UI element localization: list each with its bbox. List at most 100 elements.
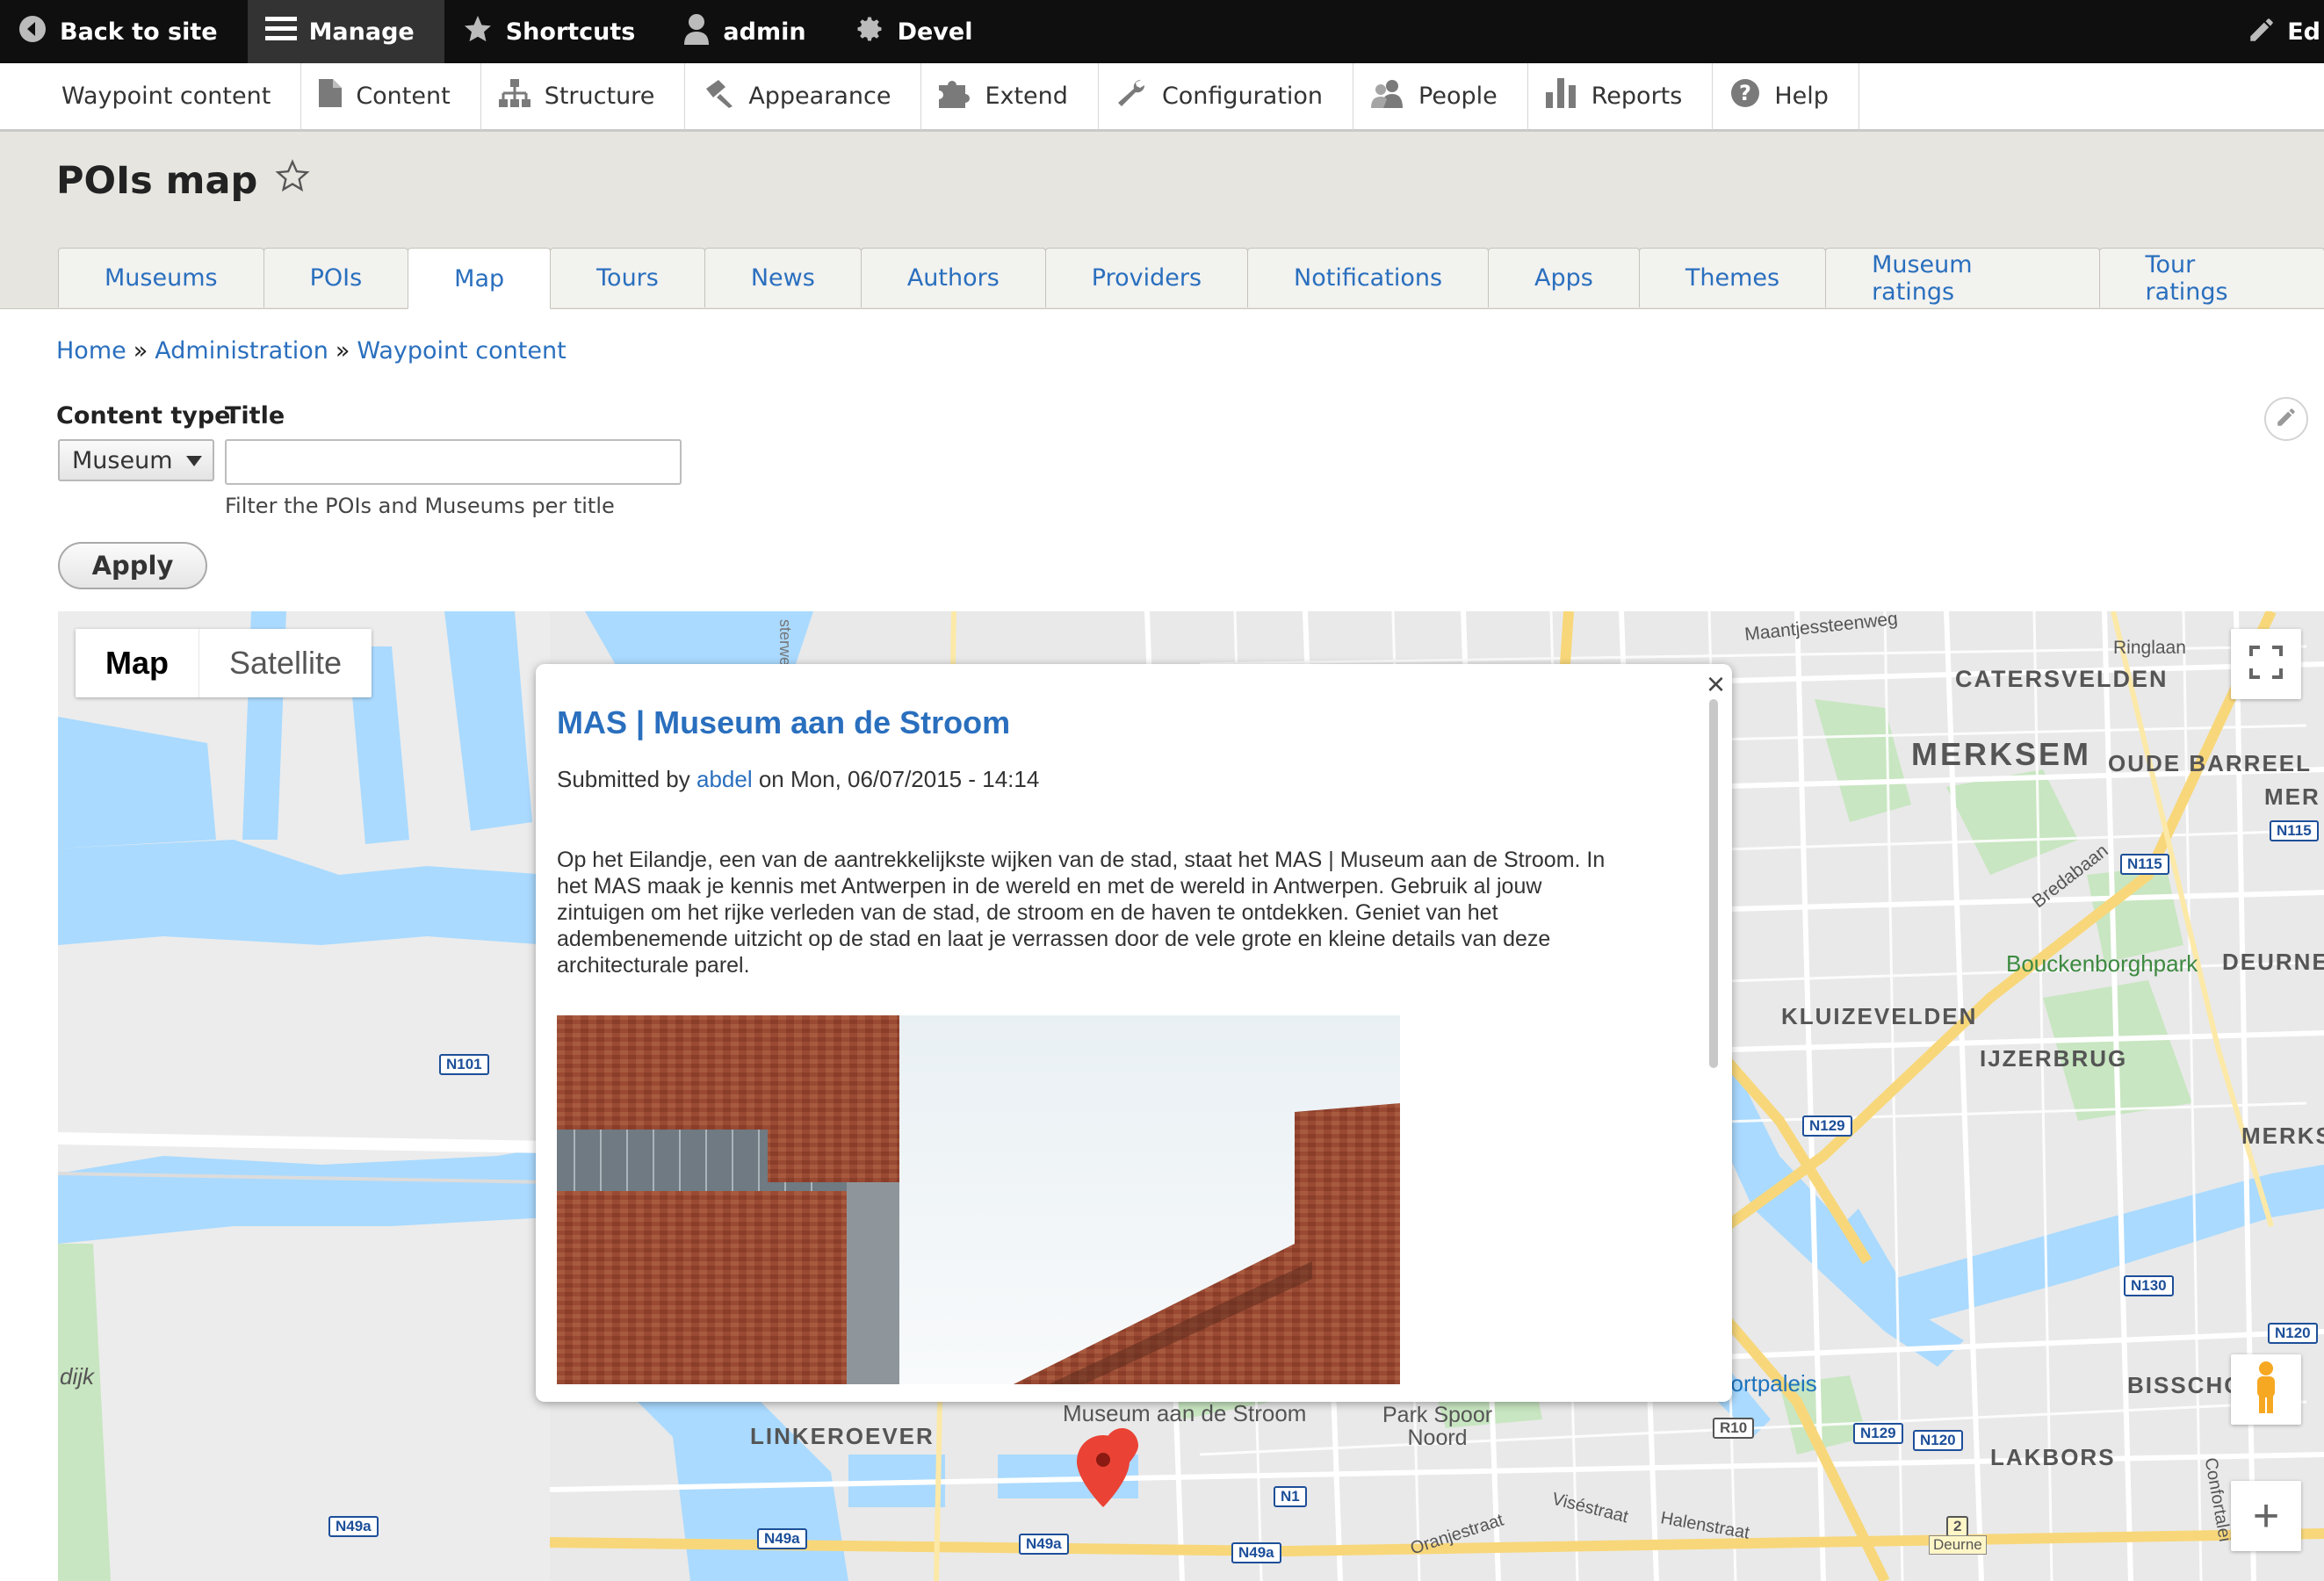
poi-map[interactable]: Maantjessteenweg Ringlaan CATERSVELDEN M… <box>58 611 2324 1581</box>
tab-museum-ratings[interactable]: Museum ratings <box>1825 248 2100 307</box>
shortcuts-tab[interactable]: Shortcuts <box>444 0 666 63</box>
tab-themes[interactable]: Themes <box>1638 248 1827 307</box>
menu-item-appearance[interactable]: Appearance <box>685 62 922 130</box>
tab-notifications[interactable]: Notifications <box>1247 248 1490 307</box>
tab-label: Themes <box>1685 264 1780 292</box>
shortcuts-label: Shortcuts <box>505 18 636 46</box>
author-link[interactable]: abdel <box>696 766 753 792</box>
menu-item-label: Extend <box>985 83 1068 110</box>
road-shield: N120 <box>2268 1323 2318 1344</box>
content-type-select[interactable]: Museum <box>58 439 214 481</box>
menu-item-configuration[interactable]: Configuration <box>1099 62 1354 130</box>
tab-label: Museums <box>105 264 218 292</box>
menu-item-help[interactable]: ? Help <box>1713 62 1859 130</box>
map-label-district: BISSCHO <box>2127 1372 2244 1398</box>
tab-map[interactable]: Map <box>408 248 552 309</box>
map-label-district: MER <box>2264 783 2320 810</box>
gear-icon <box>854 13 885 51</box>
tab-pois[interactable]: POIs <box>263 248 409 307</box>
poi-photo <box>557 1015 1400 1384</box>
tab-label: News <box>750 264 815 292</box>
map-label-district: KLUIZEVELDEN <box>1781 1003 1978 1029</box>
breadcrumb-home-link[interactable]: Home <box>56 337 126 365</box>
paintbrush-icon <box>703 78 734 114</box>
manage-tab[interactable]: Manage <box>247 0 444 63</box>
road-shield: N115 <box>2120 854 2169 875</box>
fullscreen-button[interactable] <box>2231 629 2301 699</box>
breadcrumb-waypoint-content-link[interactable]: Waypoint content <box>357 337 566 365</box>
hamburger-icon <box>264 15 297 49</box>
road-shield: N1 <box>1274 1486 1307 1507</box>
breadcrumb: Home» Administration» Waypoint content <box>56 337 567 365</box>
map-label-park: Bouckenborghpark <box>2006 950 2198 977</box>
map-type-map-button[interactable]: Map <box>76 629 199 697</box>
menu-item-label: Waypoint content <box>61 83 271 110</box>
primary-tabs: Museums POIs Map Tours News Authors Prov… <box>58 248 2324 309</box>
road-shield: R10 <box>1713 1418 1755 1439</box>
tab-news[interactable]: News <box>704 248 862 307</box>
tab-museums[interactable]: Museums <box>58 248 264 307</box>
contextual-edit-button[interactable] <box>2264 397 2308 441</box>
map-label-street: Ringlaan <box>2113 638 2186 658</box>
submitted-date: on Mon, 06/07/2015 - 14:14 <box>758 766 1040 792</box>
street-view-button[interactable] <box>2231 1354 2301 1425</box>
fullscreen-icon <box>2249 646 2283 682</box>
user-label: admin <box>723 18 806 46</box>
menu-item-waypoint-content[interactable]: Waypoint content <box>0 62 302 130</box>
road-shield: N120 <box>1913 1430 1963 1451</box>
menu-item-content[interactable]: Content <box>301 62 481 130</box>
admin-menu-bar: Waypoint content Content Structure Appea… <box>0 62 2324 132</box>
map-label-district: MERKSEM <box>1911 736 2092 772</box>
edit-mode-tab[interactable]: Ed <box>2247 0 2324 63</box>
menu-item-people[interactable]: People <box>1353 62 1528 130</box>
edit-label: Ed <box>2287 18 2320 46</box>
page-title: POIs map <box>56 158 310 203</box>
pencil-icon <box>2247 15 2277 48</box>
tab-label: POIs <box>309 264 363 292</box>
map-type-satellite-button[interactable]: Satellite <box>199 629 372 697</box>
tab-label: Providers <box>1091 264 1202 292</box>
content-type-label: Content type <box>56 402 231 430</box>
menu-item-label: Appearance <box>748 83 891 110</box>
menu-item-extend[interactable]: Extend <box>921 62 1099 130</box>
back-to-site-link[interactable]: Back to site <box>0 0 248 63</box>
user-tab[interactable]: admin <box>665 0 835 63</box>
tab-providers[interactable]: Providers <box>1044 248 1249 307</box>
map-label-station: Deurne <box>1929 1535 1987 1555</box>
breadcrumb-administration-link[interactable]: Administration <box>155 337 328 365</box>
road-shield: N49a <box>1019 1534 1069 1555</box>
menu-item-label: Structure <box>544 83 655 110</box>
title-filter-description: Filter the POIs and Museums per title <box>225 494 615 518</box>
menu-item-reports[interactable]: Reports <box>1528 62 1714 130</box>
close-icon[interactable]: × <box>1707 666 1725 703</box>
tab-apps[interactable]: Apps <box>1488 248 1640 307</box>
poi-title-link[interactable]: MAS | Museum aan de Stroom <box>557 704 1010 741</box>
map-label-district: LAKBORS <box>1990 1444 2116 1470</box>
apply-button[interactable]: Apply <box>58 542 207 589</box>
zoom-in-button[interactable]: + <box>2231 1481 2301 1551</box>
menu-item-label: Help <box>1774 83 1829 110</box>
bar-chart-icon <box>1545 78 1577 114</box>
menu-item-structure[interactable]: Structure <box>481 62 686 130</box>
tab-label: Notifications <box>1294 264 1443 292</box>
star-outline-icon[interactable] <box>275 158 310 203</box>
title-filter-input[interactable] <box>225 439 682 485</box>
devel-tab[interactable]: Devel <box>836 0 1003 63</box>
breadcrumb-separator: » <box>335 337 350 365</box>
page-header: POIs map Museums POIs Map Tours News Aut… <box>0 132 2324 309</box>
map-label-district: CATERSVELDEN <box>1955 666 2169 692</box>
road-shield: N49a <box>757 1528 807 1549</box>
menu-item-label: Reports <box>1591 83 1683 110</box>
info-window-scrollbar[interactable] <box>1709 699 1718 1068</box>
road-shield: N101 <box>439 1054 489 1075</box>
puzzle-icon <box>939 78 971 114</box>
back-to-site-label: Back to site <box>60 18 218 46</box>
tab-tour-ratings[interactable]: Tour ratings <box>2098 248 2324 307</box>
tab-authors[interactable]: Authors <box>860 248 1046 307</box>
map-label-district: IJZERBRUG <box>1980 1045 2128 1072</box>
map-label-park: Park Spoor Noord <box>1382 1403 1493 1450</box>
tab-tours[interactable]: Tours <box>550 248 705 307</box>
road-shield: N129 <box>1802 1115 1852 1137</box>
chevron-down-icon <box>186 456 202 466</box>
submitted-prefix: Submitted by <box>557 766 690 792</box>
